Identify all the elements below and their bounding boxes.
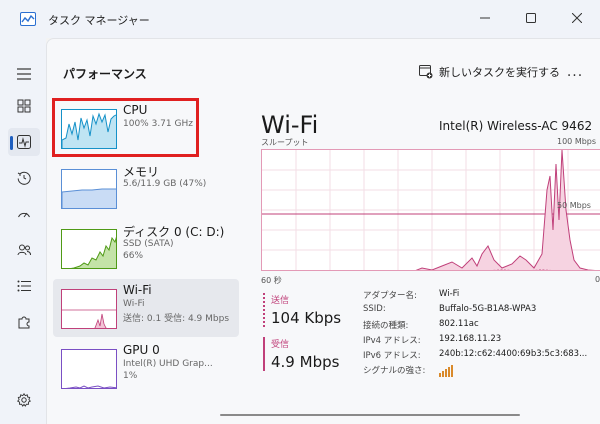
- more-options-button[interactable]: ...: [565, 63, 585, 81]
- graph-mid-label: 50 Mbps: [557, 201, 591, 210]
- minimize-button[interactable]: [462, 0, 508, 36]
- nav-services[interactable]: [8, 308, 40, 336]
- resource-detail: 1%: [123, 371, 138, 381]
- nav-performance[interactable]: [8, 128, 40, 156]
- close-icon: [572, 13, 582, 23]
- resource-item-memory[interactable]: メモリ 5.6/11.9 GB (47%): [53, 159, 239, 217]
- graph-time-label: 60 秒: [261, 276, 282, 285]
- nav-settings[interactable]: [8, 386, 40, 414]
- send-value: 104 Kbps: [271, 309, 342, 327]
- run-new-task-label: 新しいタスクを実行する: [439, 66, 560, 79]
- window-title: タスク マネージャー: [48, 14, 150, 27]
- gpu-thumbnail-graph: [61, 349, 117, 389]
- wifi-thumbnail-graph: [61, 289, 117, 329]
- signal-strength-icon: [439, 365, 453, 380]
- resource-detail: Wi-Fi: [123, 299, 145, 309]
- resource-item-disk[interactable]: ディスク 0 (C: D:) SSD (SATA) 66%: [53, 219, 239, 277]
- resource-detail: Intel(R) UHD Grap...: [123, 359, 213, 369]
- resource-detail: 送信: 0.1 受信: 4.9 Mbps: [123, 314, 230, 324]
- property-value: Buffalo-5G-B1A8-WPA3: [439, 304, 537, 314]
- nav-details[interactable]: [8, 272, 40, 300]
- resource-detail: SSD (SATA): [123, 239, 174, 249]
- property-key: SSID:: [363, 304, 386, 314]
- nav-users[interactable]: [8, 236, 40, 264]
- resource-list: CPU 100% 3.71 GHz メモリ 5.6/11.9 GB (47%) …: [47, 99, 239, 424]
- cpu-thumbnail-graph: [61, 109, 117, 149]
- resource-name: GPU 0: [123, 343, 160, 357]
- minimize-icon: [480, 17, 490, 19]
- hamburger-menu-icon: [17, 68, 31, 80]
- graph-zero-label: 0: [595, 275, 600, 284]
- run-task-icon: [419, 65, 433, 79]
- property-key: IPv4 アドレス:: [363, 336, 421, 346]
- receive-value: 4.9 Mbps: [271, 353, 340, 371]
- property-key: アダプター名:: [363, 291, 417, 301]
- maximize-icon: [526, 13, 536, 23]
- graph-max-label: 100 Mbps: [557, 137, 597, 146]
- history-icon: [17, 171, 31, 185]
- resource-detail: 100% 3.71 GHz: [123, 119, 193, 129]
- property-value: Wi-Fi: [439, 289, 460, 299]
- run-new-task-button[interactable]: 新しいタスクを実行する: [419, 61, 560, 83]
- resource-detail: 66%: [123, 251, 144, 261]
- hamburger-menu-button[interactable]: [8, 60, 40, 88]
- property-value: 802.11ac: [439, 319, 479, 329]
- resource-name: メモリ: [123, 165, 160, 179]
- main-panel: パフォーマンス 新しいタスクを実行する ... CPU 100% 3.71 GH…: [46, 38, 600, 424]
- speedometer-icon: [18, 212, 30, 218]
- send-stat: 送信 104 Kbps: [263, 293, 355, 327]
- horizontal-scrollbar[interactable]: [220, 414, 520, 416]
- network-detail-panel: Wi-Fi Intel(R) Wireless-AC 9462 スループット 1…: [261, 99, 600, 424]
- page-title: パフォーマンス: [63, 67, 147, 81]
- maximize-button[interactable]: [508, 0, 554, 36]
- users-icon: [17, 244, 31, 256]
- property-key: シグナルの強さ:: [363, 366, 426, 376]
- nav-processes[interactable]: [8, 92, 40, 120]
- resource-item-wifi[interactable]: Wi-Fi Wi-Fi 送信: 0.1 受信: 4.9 Mbps: [53, 279, 239, 337]
- memory-thumbnail-graph: [61, 169, 117, 209]
- property-value: 240b:12:c62:4400:69b3:5c3:683...: [439, 349, 588, 359]
- property-key: IPv6 アドレス:: [363, 351, 421, 361]
- puzzle-icon: [18, 316, 30, 329]
- adapter-device-name: Intel(R) Wireless-AC 9462: [439, 119, 593, 133]
- throughput-graph: [261, 149, 600, 271]
- resource-name: CPU: [123, 103, 148, 117]
- title-bar: タスク マネージャー: [0, 0, 600, 38]
- resource-name: Wi-Fi: [123, 283, 152, 297]
- active-nav-indicator: [10, 136, 13, 150]
- resource-item-cpu[interactable]: CPU 100% 3.71 GHz: [53, 99, 239, 157]
- gear-icon: [17, 393, 31, 407]
- nav-startup-apps[interactable]: [8, 200, 40, 228]
- list-icon: [17, 280, 31, 292]
- resource-name: ディスク 0 (C: D:): [123, 225, 225, 239]
- receive-stat: 受信 4.9 Mbps: [263, 337, 355, 371]
- property-key: 接続の種類:: [363, 321, 409, 331]
- close-button[interactable]: [554, 0, 600, 36]
- grid-icon: [17, 99, 31, 113]
- detail-title: Wi-Fi: [261, 111, 319, 139]
- resource-detail: 5.6/11.9 GB (47%): [123, 179, 207, 189]
- send-label: 送信: [271, 296, 290, 306]
- performance-chart-icon: [17, 135, 31, 149]
- disk-thumbnail-graph: [61, 229, 117, 269]
- resource-item-gpu[interactable]: GPU 0 Intel(R) UHD Grap... 1%: [53, 339, 239, 397]
- nav-app-history[interactable]: [8, 164, 40, 192]
- receive-label: 受信: [271, 340, 290, 350]
- property-value: 192.168.11.23: [439, 334, 502, 344]
- task-manager-app-icon: [20, 12, 36, 26]
- throughput-label: スループット: [261, 138, 309, 147]
- left-navigation: [0, 38, 46, 424]
